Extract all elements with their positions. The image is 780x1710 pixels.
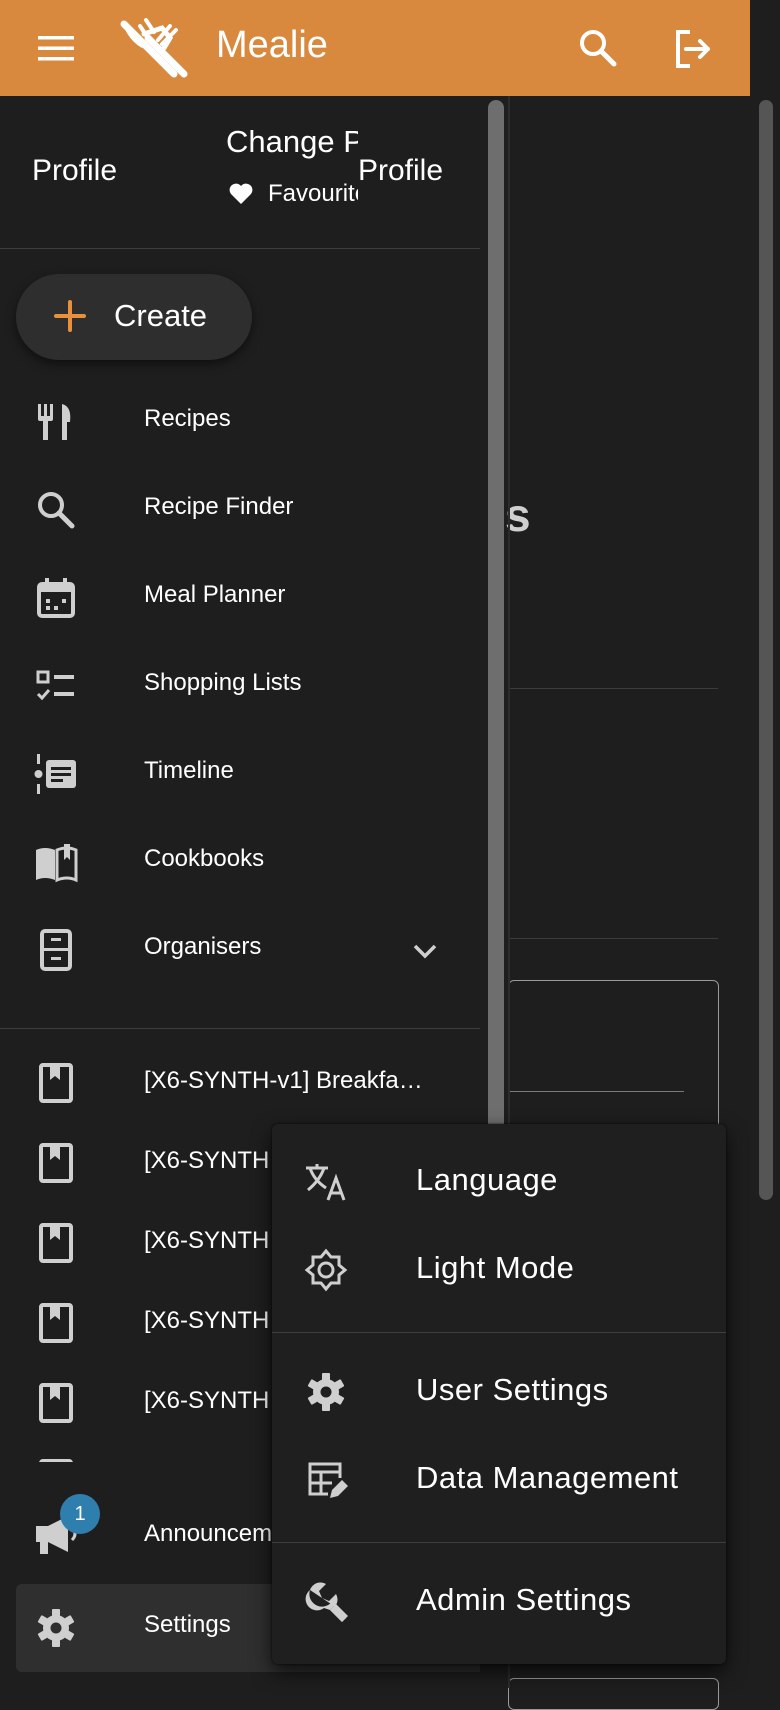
profile-header: Profile Change P Favourites Profile xyxy=(0,96,480,250)
nav-item-shopping-lists[interactable]: Shopping Lists xyxy=(0,642,480,730)
nav-item-recipe-finder[interactable]: Recipe Finder xyxy=(0,466,480,554)
nav-item-recipes[interactable]: Recipes xyxy=(0,378,480,466)
settings-menu: Language Light Mode User Settings Data M… xyxy=(272,1124,726,1664)
create-button[interactable]: Create xyxy=(16,274,252,360)
nav-item-organisers[interactable]: Organisers xyxy=(0,906,480,994)
favourites-link[interactable]: Favourites xyxy=(228,180,358,208)
divider xyxy=(0,1028,480,1029)
nav-label: Timeline xyxy=(144,757,234,784)
translate-icon xyxy=(306,1164,346,1201)
book-icon xyxy=(39,1223,73,1263)
content-card xyxy=(508,1678,719,1710)
heart-icon xyxy=(229,183,253,204)
book-open-icon xyxy=(36,844,78,883)
nav-label: Announcem xyxy=(144,1520,273,1547)
book-icon xyxy=(39,1383,73,1423)
app-title: Mealie xyxy=(216,24,328,66)
nav-label: Recipes xyxy=(144,405,231,432)
nav-label: Shopping Lists xyxy=(144,669,302,696)
chevron-down-icon[interactable] xyxy=(410,936,440,966)
nav-label: Cookbooks xyxy=(144,845,265,872)
nav-label: Organisers xyxy=(144,933,262,960)
menu-divider xyxy=(272,1542,726,1543)
menu-label: Language xyxy=(416,1162,558,1197)
announcements-badge: 1 xyxy=(60,1494,100,1534)
menu-label: Light Mode xyxy=(416,1250,575,1285)
page-scrollbar[interactable] xyxy=(759,100,773,1200)
nav-item-meal-planner[interactable]: Meal Planner xyxy=(0,554,480,642)
menu-item-data-management[interactable]: Data Management xyxy=(272,1436,726,1524)
drawer-scrollbar[interactable] xyxy=(488,100,504,1140)
menu-item-language[interactable]: Language xyxy=(272,1138,726,1226)
timeline-icon xyxy=(34,754,76,794)
menu-item-admin-settings[interactable]: Admin Settings xyxy=(272,1558,726,1646)
menu-item-user-settings[interactable]: User Settings xyxy=(272,1348,726,1436)
content-divider xyxy=(510,688,718,689)
file-cabinet-icon xyxy=(40,929,72,971)
calendar-icon xyxy=(37,578,75,618)
table-edit-icon xyxy=(308,1462,348,1498)
gear-icon xyxy=(307,1373,345,1411)
menu-label: Data Management xyxy=(416,1460,679,1495)
book-icon xyxy=(39,1303,73,1343)
nav-item-timeline[interactable]: Timeline xyxy=(0,730,480,818)
nav-label: Recipe Finder xyxy=(144,493,294,520)
book-icon xyxy=(39,1143,73,1183)
content-divider xyxy=(510,938,718,939)
logout-icon[interactable] xyxy=(670,26,716,72)
favourites-label: Favourites xyxy=(268,180,358,207)
app-bar: Mealie xyxy=(0,0,750,96)
profile-link-right[interactable]: Profile xyxy=(358,154,443,188)
wrench-icon xyxy=(305,1582,348,1622)
mealie-logo-icon[interactable] xyxy=(118,18,190,80)
menu-label: Admin Settings xyxy=(416,1582,632,1617)
nav-label: Meal Planner xyxy=(144,581,286,608)
settings-label: Settings xyxy=(144,1611,231,1638)
plus-icon xyxy=(54,300,86,332)
cookbook-item[interactable]: [X6-SYNTH-v1] Breakfa… xyxy=(0,1042,480,1122)
book-icon xyxy=(39,1459,73,1462)
silverware-icon xyxy=(38,404,71,440)
nav-item-cookbooks[interactable]: Cookbooks xyxy=(0,818,480,906)
create-label: Create xyxy=(114,298,208,333)
gear-icon xyxy=(37,1609,75,1647)
menu-item-light-mode[interactable]: Light Mode xyxy=(272,1226,726,1314)
cookbook-label: [X6-SYNTH-v1] Breakfa… xyxy=(144,1067,423,1094)
checklist-icon xyxy=(36,670,74,701)
book-icon xyxy=(39,1063,73,1103)
profile-link[interactable]: Profile xyxy=(32,154,117,188)
menu-label: User Settings xyxy=(416,1372,609,1407)
brightness-icon xyxy=(304,1248,348,1292)
hamburger-icon[interactable] xyxy=(36,30,76,66)
menu-divider xyxy=(272,1332,726,1333)
search-icon xyxy=(38,492,75,529)
search-icon[interactable] xyxy=(576,26,620,70)
change-profile-link[interactable]: Change P xyxy=(226,124,358,160)
divider xyxy=(0,248,480,249)
